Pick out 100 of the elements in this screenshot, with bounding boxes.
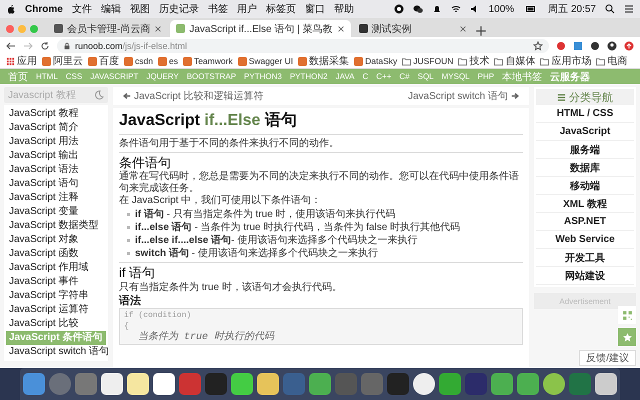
app-icon[interactable] <box>231 373 253 395</box>
sidebar-item[interactable]: JavaScript 教程 <box>6 107 106 121</box>
browser-tab[interactable]: 测试实例 <box>352 20 473 37</box>
sidebar-item[interactable]: JavaScript 事件 <box>6 275 106 289</box>
sidebar-item[interactable]: JavaScript 简介 <box>6 121 106 135</box>
favicon-icon <box>298 56 308 66</box>
plus-icon[interactable] <box>474 25 487 37</box>
category-link[interactable]: 网站建设 <box>536 267 634 285</box>
app-icon[interactable] <box>153 373 175 395</box>
search-icon[interactable] <box>605 4 615 14</box>
feedback-button[interactable]: 反馈/建议 <box>579 350 636 366</box>
code-line: { <box>124 321 130 332</box>
apple-logo-icon[interactable] <box>6 4 16 14</box>
menu-item[interactable]: 窗口 <box>304 2 325 16</box>
profile-icon[interactable] <box>607 40 617 50</box>
sidebar-item[interactable]: JavaScript 语句 <box>6 177 106 191</box>
favicon-icon <box>42 56 51 66</box>
reload-icon[interactable] <box>40 40 50 50</box>
bookmark[interactable]: 阿里云 <box>42 54 83 68</box>
menu-item[interactable]: 视图 <box>130 2 150 16</box>
wifi-icon[interactable] <box>450 4 461 14</box>
list-icon[interactable] <box>624 4 634 14</box>
sidebar-item[interactable]: JavaScript 函数 <box>6 247 106 261</box>
code-line: if (condition) <box>124 310 192 321</box>
menu-item[interactable]: 历史记录 <box>158 2 199 16</box>
sidebar-item[interactable]: JavaScript 输出 <box>6 149 106 163</box>
bookmark[interactable]: JUSFOUN <box>402 56 454 66</box>
app-menu[interactable]: Chrome <box>25 4 63 14</box>
sidebar-item[interactable]: JavaScript 作用域 <box>6 261 106 275</box>
clock[interactable]: 周五 20:57 <box>548 2 596 16</box>
sidebar-item[interactable]: JavaScript 变量 <box>6 205 106 219</box>
sidebar-item[interactable]: JavaScript 注释 <box>6 191 106 205</box>
next-link[interactable]: JavaScript switch 语句 <box>408 89 519 103</box>
browser-tab[interactable]: 会员卡管理-尚云商 <box>48 20 168 37</box>
subheading: 语法 <box>119 294 142 308</box>
bullet-icon <box>127 213 130 216</box>
sidebar-item[interactable]: JavaScript 数据类型 <box>6 219 106 233</box>
menu-item[interactable]: 标签页 <box>266 2 296 16</box>
menu-item[interactable]: 书签 <box>208 2 228 16</box>
close-icon[interactable] <box>154 24 162 32</box>
sidebar-item[interactable]: JavaScript 语法 <box>6 163 106 177</box>
address-field[interactable]: runoob.com/js/js-if-else.html <box>57 38 549 52</box>
category-link[interactable]: Web Service <box>536 231 634 249</box>
bookmark[interactable]: 电商 <box>596 54 628 68</box>
category-link[interactable]: HTML / CSS <box>536 105 634 123</box>
sidebar-item[interactable]: JavaScript 运算符 <box>6 303 106 317</box>
app-icon[interactable] <box>101 373 123 395</box>
category-link[interactable]: XML 教程 <box>536 195 634 213</box>
close-icon[interactable] <box>336 24 345 32</box>
bookmark[interactable]: 应用市场 <box>540 54 592 68</box>
record-icon[interactable] <box>394 4 404 14</box>
list-item-text: if...else 语句 - 当条件为 true 时执行代码，当条件为 false 时执行其他代码 <box>135 221 460 234</box>
bookmark[interactable]: DataSky <box>354 56 398 66</box>
sidebar-item[interactable]: JavaScript 比较 <box>6 317 106 331</box>
moon-icon[interactable] <box>94 90 104 100</box>
update-icon[interactable] <box>624 40 634 50</box>
page-title: JavaScript if...Else 语句 <box>119 110 523 135</box>
bookmark[interactable]: 应用 <box>6 54 37 68</box>
sidebar-item[interactable]: JavaScript 字符串 <box>6 289 106 303</box>
bookmark[interactable]: 自媒体 <box>494 54 536 68</box>
sidebar-item[interactable]: JavaScript switch 语句 <box>6 345 106 359</box>
sidebar-item[interactable]: JavaScript 对象 <box>6 233 106 247</box>
close-icon[interactable] <box>458 24 467 32</box>
menu-item[interactable]: 编辑 <box>100 2 121 16</box>
lock-icon <box>63 42 71 50</box>
bookmark[interactable]: 数据采集 <box>298 54 350 68</box>
previous-link[interactable]: JavaScript 比较和逻辑运算符 <box>123 89 264 103</box>
category-link[interactable]: 移动端 <box>536 177 634 195</box>
favicon-icon <box>358 24 368 33</box>
bookmark[interactable]: csdn <box>124 56 153 66</box>
section-heading: if 语句 <box>119 265 156 281</box>
grid-icon <box>6 56 15 66</box>
chat-icon[interactable] <box>412 4 423 14</box>
category-link[interactable]: ASP.NET <box>536 213 634 231</box>
app-icon[interactable] <box>413 373 435 395</box>
app-icon[interactable] <box>543 373 565 395</box>
category-link[interactable]: 开发工具 <box>536 249 634 267</box>
category-link[interactable]: JavaScript <box>536 123 634 141</box>
app-icon[interactable] <box>257 373 279 395</box>
folder-icon <box>458 56 468 66</box>
category-link[interactable]: 服务端 <box>536 141 634 159</box>
menu-item[interactable]: 文件 <box>72 2 92 16</box>
bookmark[interactable]: 百度 <box>88 54 119 68</box>
app-icon[interactable] <box>127 373 149 395</box>
bell-icon[interactable] <box>432 4 442 14</box>
browser-tab[interactable]: JavaScript if...Else 语句 | 菜鸟教 <box>170 20 351 37</box>
bookmark[interactable]: Swagger UI <box>238 56 294 66</box>
section-heading: 条件语句 <box>119 155 172 170</box>
bookmark[interactable]: 技术 <box>458 54 490 68</box>
folder-icon <box>596 56 606 66</box>
sidebar-item[interactable]: JavaScript 用法 <box>6 135 106 149</box>
star-icon[interactable] <box>533 40 543 50</box>
bookmark[interactable]: Teamwork <box>182 56 233 66</box>
category-link[interactable]: 数据库 <box>536 159 634 177</box>
back-arrow-icon[interactable] <box>6 40 16 50</box>
menu-item[interactable]: 用户 <box>236 2 257 16</box>
menu-item[interactable]: 帮助 <box>334 2 354 16</box>
bullet-icon <box>127 252 130 255</box>
bookmark[interactable]: es <box>158 56 178 66</box>
app-icon[interactable] <box>595 373 617 395</box>
